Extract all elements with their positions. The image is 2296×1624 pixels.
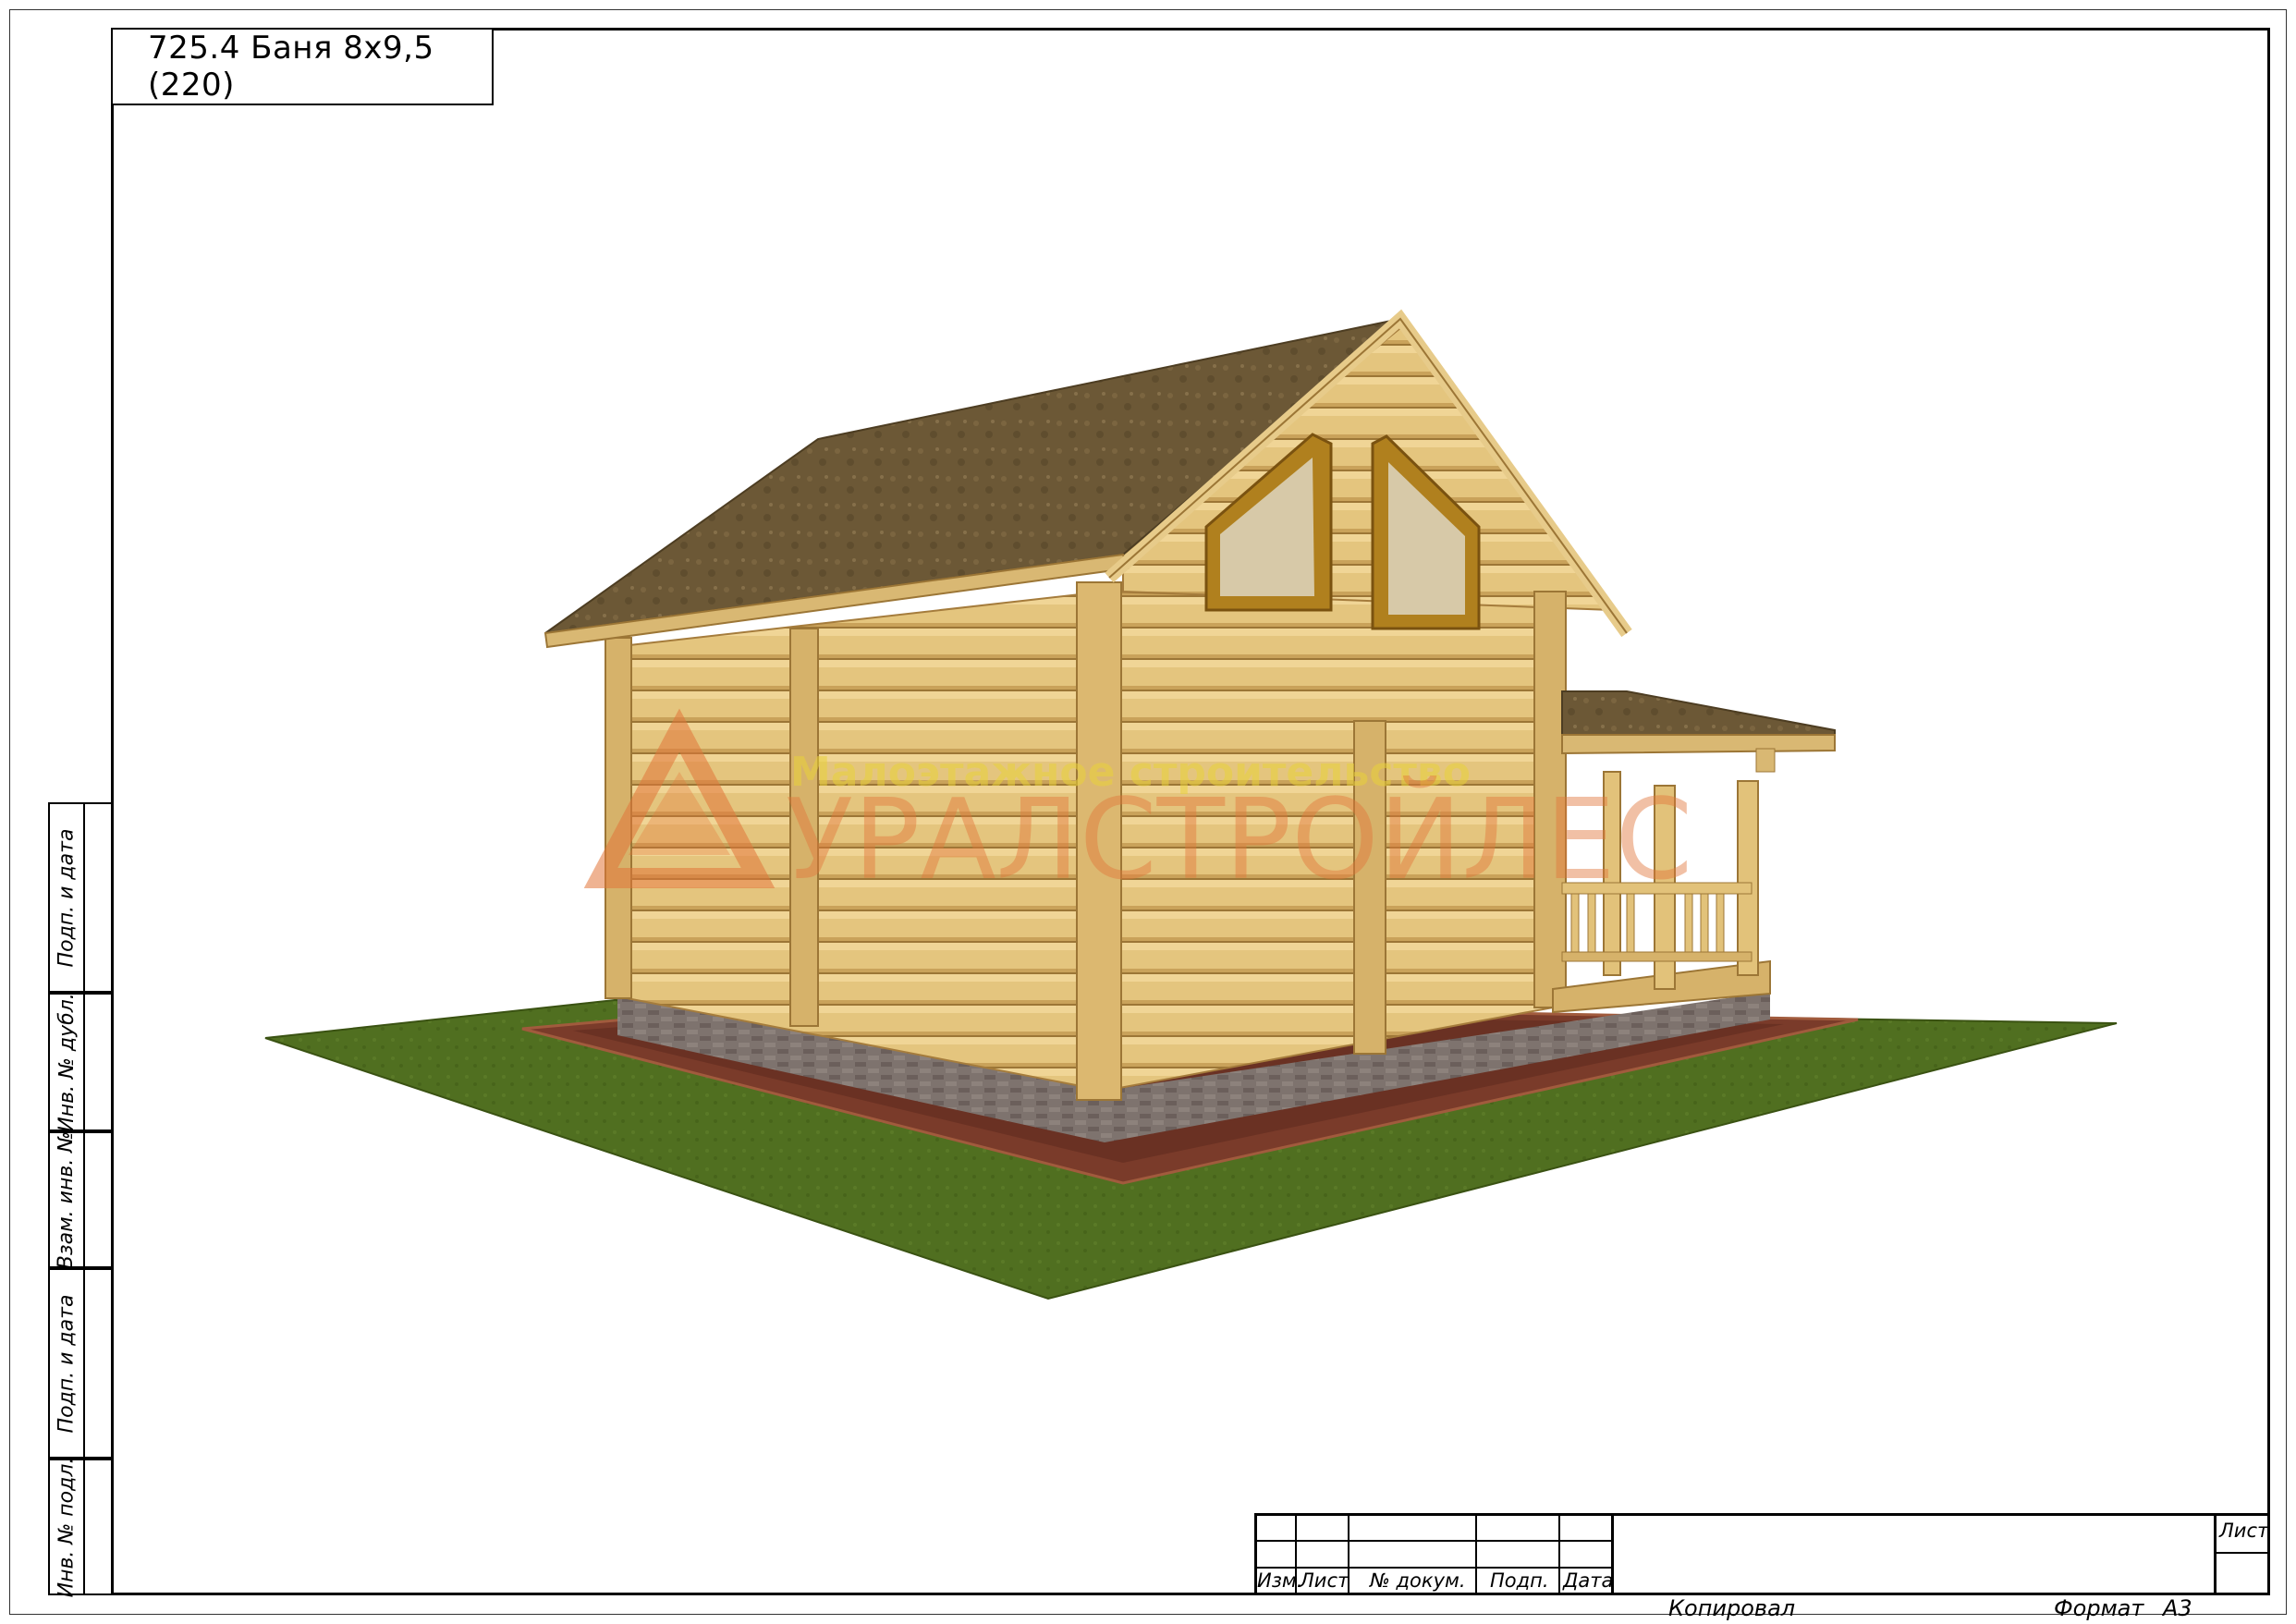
side-cell-sign-date-2: Подп. и дата bbox=[48, 1268, 111, 1459]
copied-label: Копировал bbox=[1668, 1595, 1796, 1621]
side-cell-replace-inv: Взам. инв. № bbox=[48, 1130, 111, 1269]
sheet-label: Лист bbox=[2219, 1520, 2269, 1542]
side-cell-sign-date-1: Подп. и дата bbox=[48, 802, 111, 993]
col-signature: Подп. bbox=[1490, 1569, 1549, 1592]
col-sheet: Лист bbox=[1300, 1569, 1350, 1592]
drawing-frame bbox=[111, 28, 2270, 1595]
col-change: Изм. bbox=[1257, 1569, 1303, 1592]
format-value: А3 bbox=[2163, 1595, 2192, 1621]
col-date: Дата bbox=[1563, 1569, 1614, 1592]
side-cell-dup-inv: Инв. № дубл. bbox=[48, 993, 111, 1131]
side-cell-orig-inv: Инв. № подл. bbox=[48, 1457, 111, 1597]
col-doc-no: № докум. bbox=[1370, 1569, 1466, 1592]
format-label: Формат bbox=[2054, 1595, 2144, 1621]
drawing-title: 725.4 Баня 8х9,5 (220) bbox=[111, 28, 494, 105]
